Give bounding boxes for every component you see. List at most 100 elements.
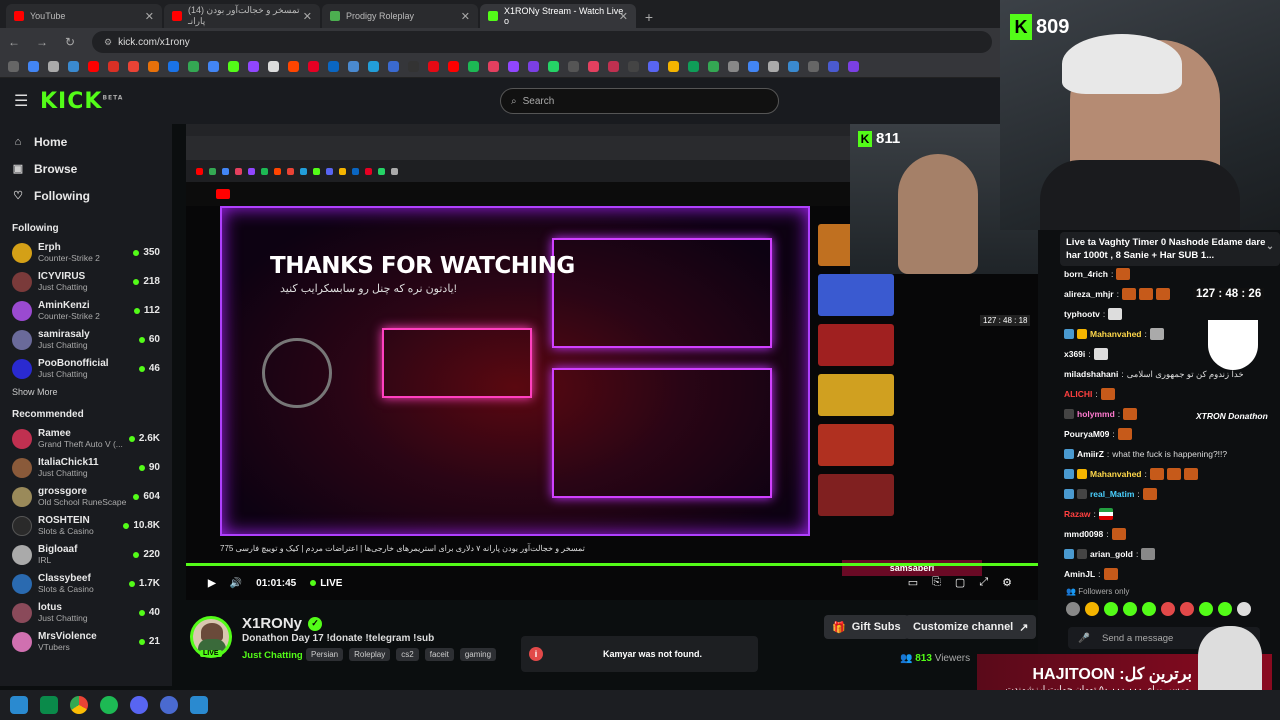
bookmark-icon[interactable] <box>608 61 619 72</box>
tag[interactable]: cs2 <box>396 648 419 661</box>
windows-start-icon[interactable] <box>10 696 28 714</box>
sidebar-item-home[interactable]: ⌂ Home <box>0 128 172 155</box>
bookmark-icon[interactable] <box>268 61 279 72</box>
apps-icon[interactable] <box>8 61 19 72</box>
bookmark-icon[interactable] <box>368 61 379 72</box>
stats-app-icon[interactable] <box>40 696 58 714</box>
sidebar-channel[interactable]: PooBonofficial Just Chatting 46 <box>0 354 172 383</box>
customize-channel-button[interactable]: Customize channel ↗ <box>905 615 1037 639</box>
bookmark-icon[interactable] <box>228 61 239 72</box>
video-player[interactable]: THANKS FOR WATCHING یادتون نره که چنل رو… <box>186 124 1038 600</box>
bookmark-icon[interactable] <box>688 61 699 72</box>
bookmark-icon[interactable] <box>308 61 319 72</box>
emote-icon[interactable] <box>1180 602 1194 616</box>
url-field[interactable]: ⚙ kick.com/x1rony <box>92 31 992 53</box>
bookmark-icon[interactable] <box>788 61 799 72</box>
stream-category[interactable]: Just Chatting <box>242 650 303 661</box>
play-icon[interactable]: ▶ <box>208 578 216 589</box>
notification-toast[interactable]: i Kamyar was not found. <box>521 636 758 672</box>
clip-icon[interactable]: ⎘ <box>932 576 941 589</box>
emote-icon[interactable] <box>1104 602 1118 616</box>
site-info-icon[interactable]: ⚙ <box>104 37 112 48</box>
bookmark-icon[interactable] <box>108 61 119 72</box>
bookmark-icon[interactable] <box>588 61 599 72</box>
bookmark-icon[interactable] <box>728 61 739 72</box>
bookmark-icon[interactable] <box>88 61 99 72</box>
fullscreen-icon[interactable]: ⤢ <box>979 576 988 589</box>
app-icon[interactable] <box>190 696 208 714</box>
bookmark-icon[interactable] <box>848 61 859 72</box>
forward-icon[interactable]: → <box>36 35 48 49</box>
bookmark-icon[interactable] <box>288 61 299 72</box>
bookmark-icon[interactable] <box>388 61 399 72</box>
discord-icon[interactable] <box>130 696 148 714</box>
sidebar-channel[interactable]: AminKenzi Counter-Strike 2 112 <box>0 296 172 325</box>
bookmark-icon[interactable] <box>408 61 419 72</box>
emote-icon[interactable] <box>1066 602 1080 616</box>
close-icon[interactable]: ✕ <box>303 10 312 23</box>
bookmark-icon[interactable] <box>748 61 759 72</box>
gift-subs-button[interactable]: 🎁 Gift Subs <box>824 615 909 639</box>
sidebar-channel[interactable]: samirasaly Just Chatting 60 <box>0 325 172 354</box>
bookmark-icon[interactable] <box>808 61 819 72</box>
browser-tab[interactable]: (14) تمسخر و خجالت‌آور بودن پارانـ ✕ <box>164 4 320 28</box>
browser-tab[interactable]: YouTube ✕ <box>6 4 162 28</box>
bookmark-icon[interactable] <box>348 61 359 72</box>
tag[interactable]: gaming <box>459 648 497 661</box>
bookmark-icon[interactable] <box>768 61 779 72</box>
emote-icon[interactable] <box>1237 602 1251 616</box>
miniplayer-icon[interactable]: ▭ <box>908 576 918 589</box>
bookmark-icon[interactable] <box>548 61 559 72</box>
bookmark-icon[interactable] <box>128 61 139 72</box>
sidebar-channel[interactable]: Ramee Grand Theft Auto V (... 2.6K <box>0 424 172 453</box>
search-input[interactable]: ⌕ Search <box>500 88 779 114</box>
emote-icon[interactable] <box>1085 602 1099 616</box>
chrome-icon[interactable] <box>70 696 88 714</box>
tag[interactable]: faceit <box>424 648 454 661</box>
bookmark-icon[interactable] <box>148 61 159 72</box>
bookmark-icon[interactable] <box>668 61 679 72</box>
bookmark-icon[interactable] <box>48 61 59 72</box>
sidebar-channel[interactable]: ItaliaChick11 Just Chatting 90 <box>0 453 172 482</box>
bookmark-icon[interactable] <box>248 61 259 72</box>
bookmark-icon[interactable] <box>208 61 219 72</box>
sidebar-item-following[interactable]: ♡ Following <box>0 182 172 209</box>
sidebar-channel[interactable]: MrsViolence VTubers 21 <box>0 627 172 656</box>
sidebar-item-browse[interactable]: ▣ Browse <box>0 155 172 182</box>
bookmark-icon[interactable] <box>708 61 719 72</box>
app-icon[interactable] <box>160 696 178 714</box>
emote-icon[interactable] <box>1161 602 1175 616</box>
bookmark-icon[interactable] <box>648 61 659 72</box>
bookmark-icon[interactable] <box>488 61 499 72</box>
bookmark-icon[interactable] <box>568 61 579 72</box>
bookmark-icon[interactable] <box>828 61 839 72</box>
close-icon[interactable]: ✕ <box>145 10 154 23</box>
bookmark-icon[interactable] <box>628 61 639 72</box>
mic-icon[interactable]: 🎤 <box>1078 633 1090 644</box>
emote-icon[interactable] <box>1199 602 1213 616</box>
browser-tab[interactable]: Prodigy Roleplay ✕ <box>322 4 478 28</box>
sidebar-channel[interactable]: grossgore Old School RuneScape 604 <box>0 482 172 511</box>
bookmark-icon[interactable] <box>328 61 339 72</box>
spotify-icon[interactable] <box>100 696 118 714</box>
bookmark-icon[interactable] <box>448 61 459 72</box>
sidebar-channel[interactable]: ICYVIRUS Just Chatting 218 <box>0 267 172 296</box>
tag[interactable]: Persian <box>306 648 344 661</box>
emote-icon[interactable] <box>1123 602 1137 616</box>
sidebar-channel[interactable]: ROSHTEIN Slots & Casino 10.8K <box>0 511 172 540</box>
browser-tab-active[interactable]: X1RONy Stream - Watch Live o ✕ <box>480 4 636 28</box>
bookmark-icon[interactable] <box>468 61 479 72</box>
bookmark-icon[interactable] <box>528 61 539 72</box>
pinned-message[interactable]: Live ta Vaghty Timer 0 Nashode Edame dar… <box>1060 232 1280 266</box>
emote-icon[interactable] <box>1218 602 1232 616</box>
close-icon[interactable]: ✕ <box>461 10 470 23</box>
close-icon[interactable]: ✕ <box>619 10 628 23</box>
emote-icon[interactable] <box>1142 602 1156 616</box>
bookmark-icon[interactable] <box>508 61 519 72</box>
sidebar-channel[interactable]: lotus Just Chatting 40 <box>0 598 172 627</box>
settings-icon[interactable]: ⚙ <box>1002 576 1012 589</box>
chevron-down-icon[interactable]: ⌄ <box>1266 240 1274 253</box>
sidebar-channel[interactable]: Classybeef Slots & Casino 1.7K <box>0 569 172 598</box>
channel-name[interactable]: X1RONy ✓ <box>242 615 323 632</box>
sidebar-channel[interactable]: Bigloaaf IRL 220 <box>0 540 172 569</box>
